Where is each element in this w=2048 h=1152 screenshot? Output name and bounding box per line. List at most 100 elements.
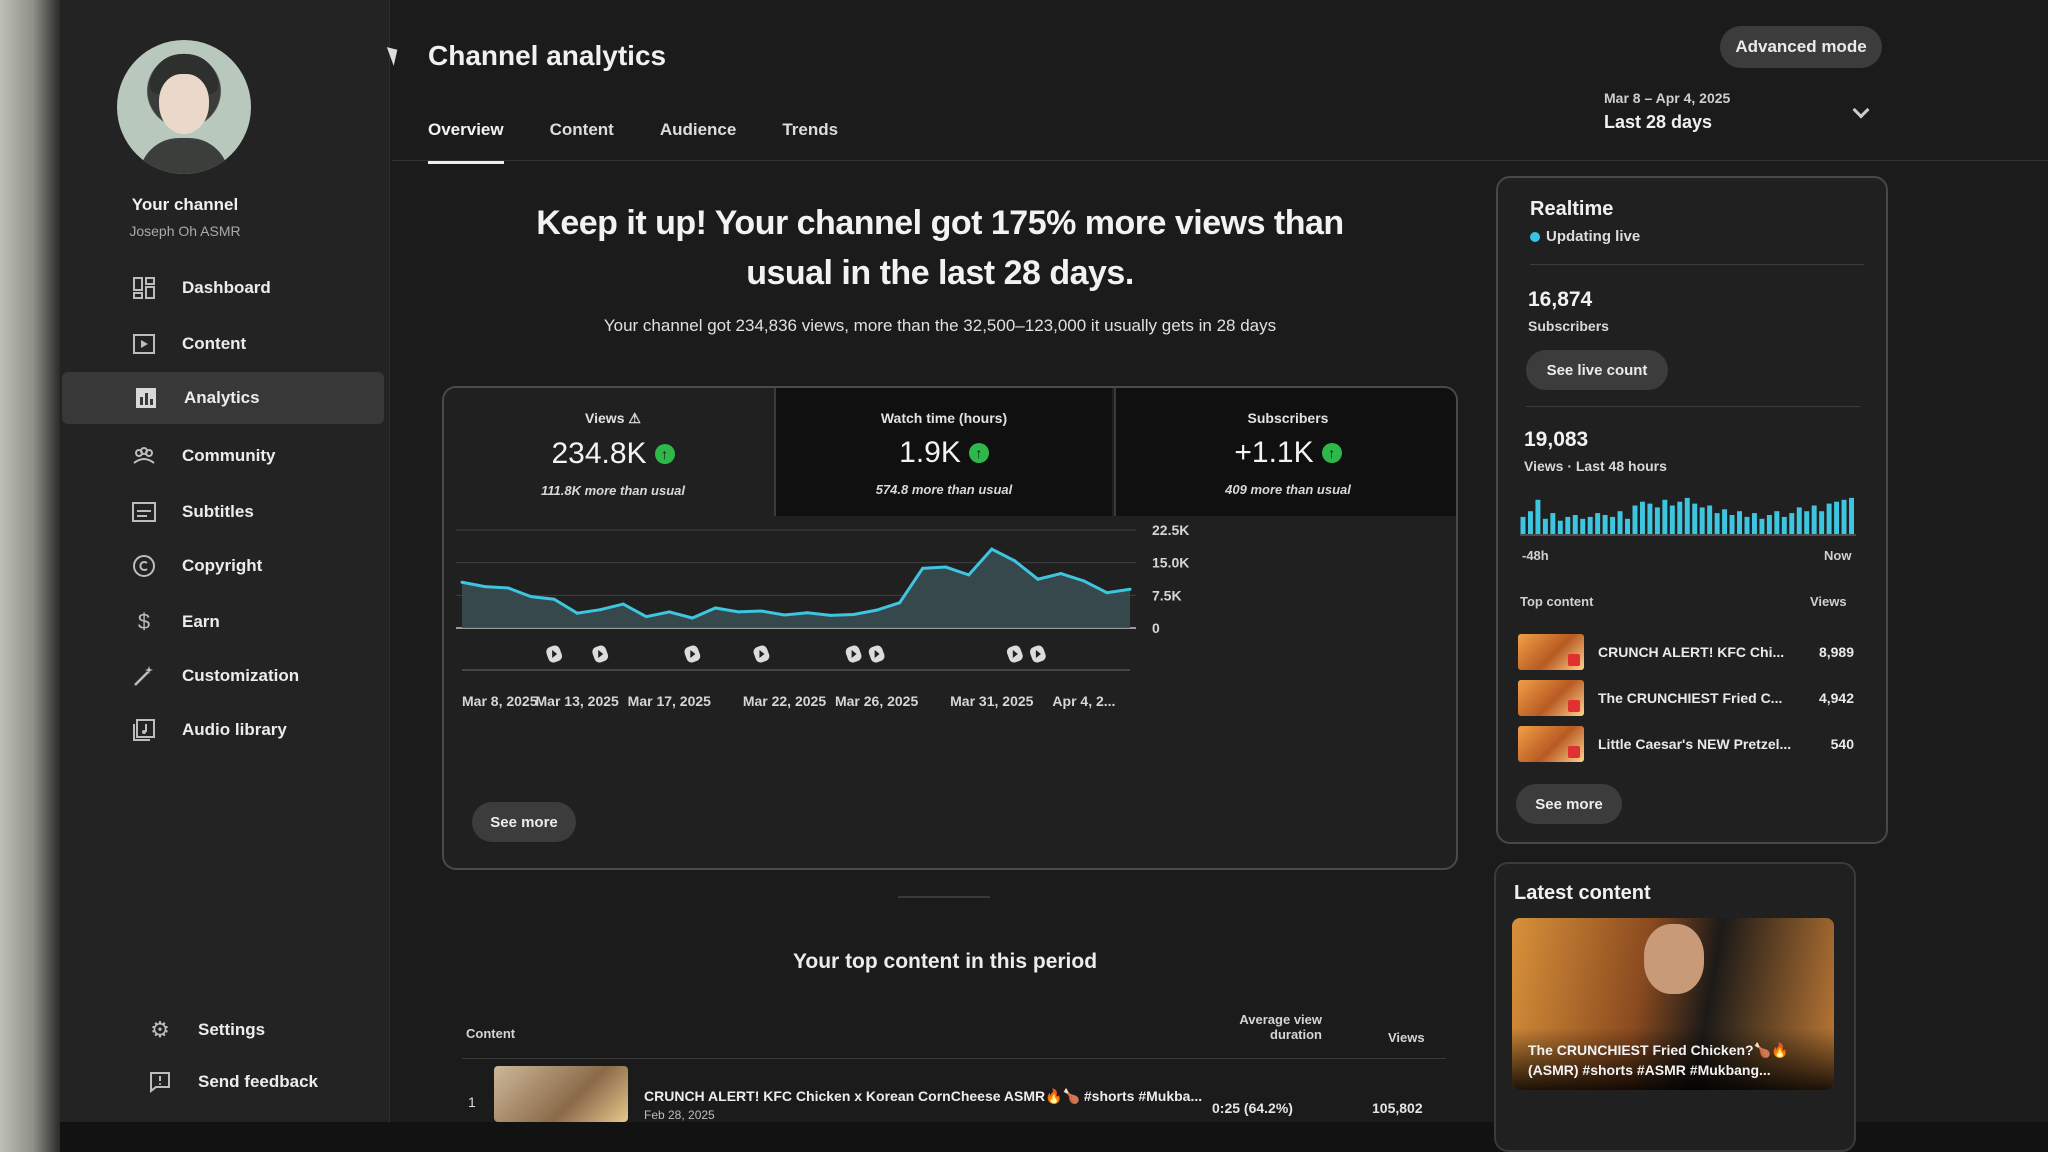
advanced-mode-button[interactable]: Advanced mode <box>1720 26 1882 68</box>
views-chart[interactable]: 22.5K 15.0K 7.5K 0 Mar 8, 2025Mar 13, 2025 Ma… <box>444 388 1458 870</box>
sidebar-item-audio-library[interactable]: Audio library <box>60 704 380 756</box>
shorts-icon[interactable] <box>844 644 863 664</box>
axis-start-label: -48h <box>1522 548 1549 563</box>
sidebar-item-subtitles[interactable]: Subtitles <box>60 486 380 538</box>
realtime-title: Realtime <box>1530 198 1614 220</box>
date-range-selector[interactable]: Mar 8 – Apr 4, 2025 Last 28 days <box>1604 90 1874 133</box>
sidebar-item-community[interactable]: Community <box>60 430 380 482</box>
divider <box>1526 406 1860 407</box>
views-point <box>667 610 671 614</box>
realtime-see-more-button[interactable]: See more <box>1516 784 1622 824</box>
shorts-icon[interactable] <box>1006 644 1025 664</box>
sidebar-item-label: Community <box>182 446 276 465</box>
realtime-bar <box>1789 513 1795 534</box>
sidebar-item-label: Earn <box>182 612 220 631</box>
realtime-views-label: Views · Last 48 hours <box>1524 458 1667 474</box>
realtime-bar <box>1580 518 1586 534</box>
top-content-item[interactable]: The CRUNCHIEST Fried C... 4,942 <box>1518 678 1858 718</box>
latest-video-caption[interactable]: The CRUNCHIEST Fried Chicken?🍗🔥 (ASMR) #… <box>1528 1040 1828 1080</box>
realtime-bar <box>1587 516 1593 534</box>
realtime-bar <box>1639 501 1645 534</box>
analytics-icon <box>132 384 160 412</box>
column-header-avg-duration[interactable]: Average view duration <box>1212 1012 1322 1042</box>
views-point <box>782 613 786 617</box>
see-live-count-button[interactable]: See live count <box>1526 350 1668 390</box>
views-point <box>1013 559 1017 563</box>
x-tick-label: Mar 17, 2025 <box>628 693 711 709</box>
video-thumbnail[interactable] <box>494 1066 628 1122</box>
tab-audience[interactable]: Audience <box>660 120 737 164</box>
realtime-bar <box>1565 516 1571 534</box>
video-title[interactable]: CRUNCH ALERT! KFC Chicken x Korean CornC… <box>644 1088 1202 1105</box>
shorts-badge-icon <box>1568 700 1580 712</box>
screen-bezel-left <box>0 0 60 1152</box>
realtime-bar <box>1654 507 1660 534</box>
shorts-icon[interactable] <box>683 644 702 664</box>
x-tick-label: Apr 4, 2... <box>1052 693 1115 709</box>
realtime-bar <box>1550 513 1556 534</box>
realtime-bar <box>1766 515 1772 534</box>
sidebar-item-label: Dashboard <box>182 278 271 297</box>
views-point <box>921 566 925 570</box>
sidebar-item-earn[interactable]: $ Earn <box>60 596 380 648</box>
tabs-divider <box>392 160 2048 161</box>
channel-avatar[interactable] <box>117 40 251 174</box>
shorts-icon[interactable] <box>752 644 771 664</box>
views-point <box>967 573 971 577</box>
realtime-bar <box>1677 501 1683 534</box>
realtime-bar <box>1625 518 1630 534</box>
sidebar-item-label: Subtitles <box>182 502 254 521</box>
sidebar-item-analytics[interactable]: Analytics <box>62 372 384 424</box>
top-content-item[interactable]: CRUNCH ALERT! KFC Chi... 8,989 <box>1518 632 1858 672</box>
realtime-bar <box>1759 518 1765 534</box>
date-range-label: Last 28 days <box>1604 112 1713 132</box>
sidebar-item-content[interactable]: Content <box>60 318 380 370</box>
realtime-bar <box>1572 515 1578 534</box>
realtime-bar <box>1811 505 1817 534</box>
dashboard-icon <box>130 274 158 302</box>
views-point <box>852 612 856 616</box>
tab-content[interactable]: Content <box>550 120 614 164</box>
top-content-item[interactable]: Little Caesar's NEW Pretzel... 540 <box>1518 724 1858 764</box>
summary-headline: Keep it up! Your channel got 175% more v… <box>536 204 1344 292</box>
views-point <box>506 586 510 590</box>
shorts-icon[interactable] <box>1029 644 1048 664</box>
realtime-bar <box>1684 497 1690 534</box>
audio-library-icon <box>130 716 158 744</box>
realtime-bar <box>1819 511 1825 534</box>
see-more-button[interactable]: See more <box>472 802 576 842</box>
sidebar-item-settings[interactable]: ⚙ Settings <box>76 1004 396 1056</box>
video-title: CRUNCH ALERT! KFC Chi... <box>1598 644 1785 660</box>
sidebar-item-copyright[interactable]: Copyright <box>60 540 380 592</box>
views-point <box>990 547 994 551</box>
tab-trends[interactable]: Trends <box>782 120 838 164</box>
sidebar-item-customization[interactable]: Customization <box>60 650 380 702</box>
shorts-icon[interactable] <box>591 644 610 664</box>
video-avg-duration: 0:25 (64.2%) <box>1212 1100 1293 1116</box>
shorts-icon[interactable] <box>867 644 886 664</box>
views-point <box>944 565 948 569</box>
realtime-subscribers-label: Subscribers <box>1528 318 1609 334</box>
content-icon <box>130 330 158 358</box>
sidebar-item-dashboard[interactable]: Dashboard <box>60 262 380 314</box>
row-rank: 1 <box>468 1094 476 1110</box>
dollar-icon: $ <box>137 609 151 634</box>
shorts-icon[interactable] <box>545 644 564 664</box>
tab-overview[interactable]: Overview <box>428 120 504 164</box>
column-header-views[interactable]: Views <box>1388 1030 1425 1045</box>
realtime-bar <box>1796 507 1802 534</box>
realtime-bar <box>1849 497 1854 534</box>
sidebar-item-label: Audio library <box>182 720 287 739</box>
views-point <box>598 608 602 612</box>
realtime-views-bar-chart[interactable] <box>1520 490 1856 540</box>
views-point <box>552 597 556 601</box>
realtime-bar <box>1617 511 1623 534</box>
realtime-bar <box>1535 499 1541 534</box>
sidebar-item-send-feedback[interactable]: Send feedback <box>76 1056 396 1108</box>
realtime-bar <box>1781 516 1787 534</box>
views-area <box>462 549 1130 628</box>
video-views: 540 <box>1830 736 1854 752</box>
shorts-badge-icon <box>1568 746 1580 758</box>
views-point <box>575 611 579 615</box>
views-point <box>1082 579 1086 583</box>
